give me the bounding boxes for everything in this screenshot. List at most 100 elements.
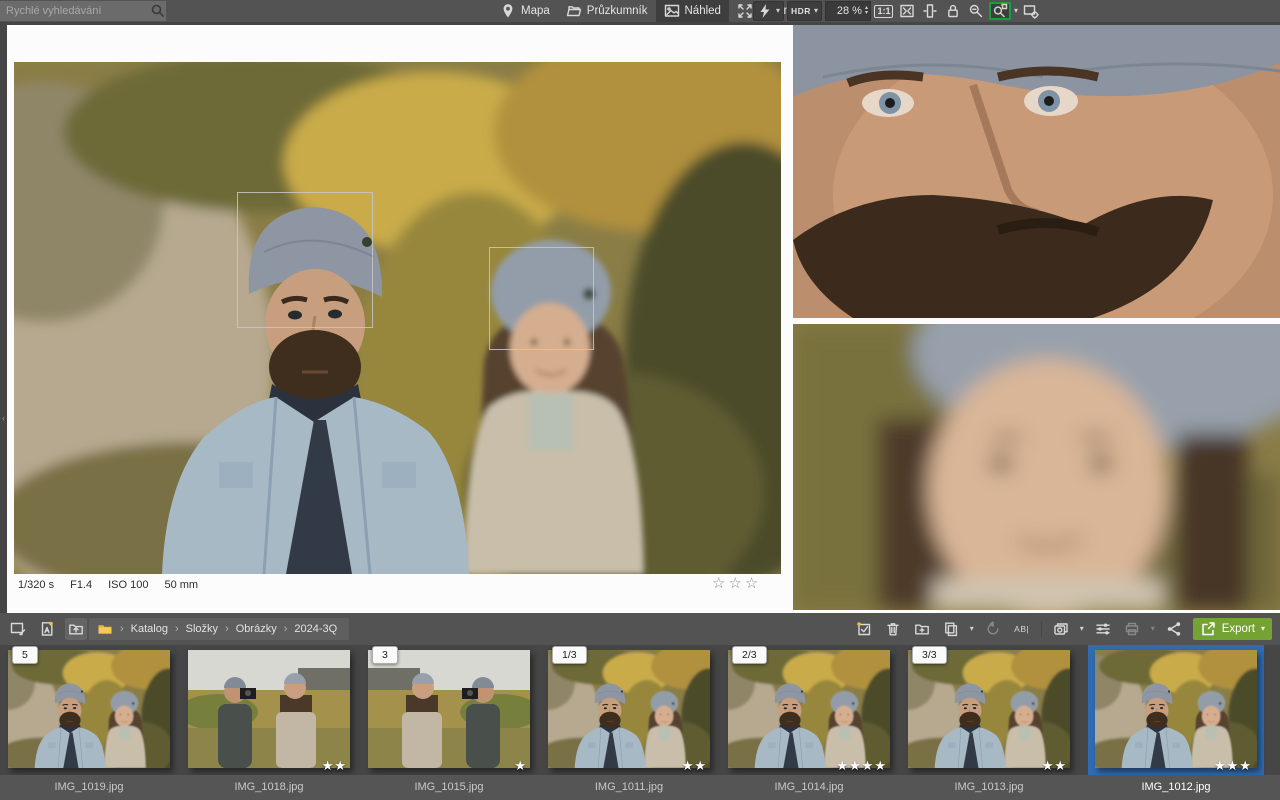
- face-detect-frame-man[interactable]: [237, 192, 373, 328]
- lock-icon: [945, 3, 961, 19]
- thumbnail-image: [368, 650, 530, 768]
- exif-info: 1/320 s F1.4 ISO 100 50 mm: [18, 579, 198, 591]
- collapse-panel-chevron-icon[interactable]: ‹: [0, 413, 7, 423]
- filmstrip-thumbnail[interactable]: 5 IMG_1019.jpg: [8, 645, 170, 800]
- quick-search[interactable]: [0, 1, 166, 21]
- develop-caret-icon[interactable]: ▾: [1080, 625, 1084, 633]
- fit-width-button[interactable]: [920, 1, 940, 21]
- filmstrip-thumbnail[interactable]: 1/3 ★★ IMG_1011.jpg: [548, 645, 710, 800]
- filmstrip-thumbnail[interactable]: ★★ IMG_1018.jpg: [188, 645, 350, 800]
- magnifier-tool-icon: [968, 3, 984, 19]
- thumbnail-rating[interactable]: ★★: [322, 758, 347, 774]
- exif-iso: ISO 100: [108, 579, 148, 591]
- new-folder-button[interactable]: [912, 619, 932, 639]
- thumbnail-image: [8, 650, 170, 768]
- stack-badge: 3/3: [912, 646, 947, 664]
- thumbnail-rating[interactable]: ★: [514, 758, 527, 774]
- fit-width-icon: [922, 3, 938, 19]
- rotate-button[interactable]: [983, 619, 1003, 639]
- thumbnail-photo[interactable]: [8, 650, 170, 768]
- batch-rename-button[interactable]: AB|: [1012, 619, 1032, 639]
- image-settings-icon: [1023, 3, 1039, 19]
- print-caret-icon[interactable]: ▾: [1151, 625, 1155, 633]
- explorer-folder-icon: [566, 3, 582, 19]
- breadcrumb-segment[interactable]: Složky: [186, 623, 218, 635]
- sort-view-icon: [10, 621, 26, 637]
- preview-view-button[interactable]: Náhled: [656, 0, 729, 22]
- lock-zoom-button[interactable]: [943, 1, 963, 21]
- thumbnail-filename: IMG_1015.jpg: [359, 775, 539, 800]
- export-label: Export: [1222, 623, 1255, 635]
- folder-icon: [97, 621, 113, 637]
- thumbnail-image: [908, 650, 1070, 768]
- top-toolbar: Mapa Průzkumník Náhled Plný náhled: [0, 0, 1280, 25]
- zoom-level-value[interactable]: 28 %: [828, 5, 865, 17]
- zoom-level-control[interactable]: 28 % ▴ ▾: [825, 1, 871, 21]
- explorer-view-button[interactable]: Průzkumník: [558, 0, 656, 22]
- spinner-down-icon[interactable]: ▾: [865, 11, 868, 16]
- preview-rating-stars[interactable]: ☆☆☆: [712, 574, 761, 592]
- breadcrumb-separator: ›: [120, 623, 124, 635]
- search-icon[interactable]: [150, 3, 166, 19]
- exif-focal-length: 50 mm: [164, 579, 198, 591]
- map-view-button[interactable]: Mapa: [492, 0, 558, 22]
- breadcrumb[interactable]: ›Katalog›Složky›Obrázky›2024-3Q: [89, 618, 349, 640]
- export-caret-icon[interactable]: ▾: [1261, 625, 1265, 633]
- thumbnail-filename: IMG_1011.jpg: [539, 775, 719, 800]
- breadcrumb-segment[interactable]: Katalog: [131, 623, 168, 635]
- navigator-magnifier-icon: [992, 3, 1008, 19]
- thumbnail-photo[interactable]: [728, 650, 890, 768]
- zoom-tool-button[interactable]: [966, 1, 986, 21]
- filmstrip-thumbnail[interactable]: 2/3 ★★★★ IMG_1014.jpg: [728, 645, 890, 800]
- breadcrumb-segment[interactable]: Obrázky: [236, 623, 277, 635]
- develop-button[interactable]: [1051, 619, 1071, 639]
- hdr-dropdown[interactable]: HDR ▾: [787, 1, 822, 21]
- select-images-button[interactable]: [854, 619, 874, 639]
- thumbnail-photo[interactable]: [188, 650, 350, 768]
- preview-image-icon: [664, 3, 680, 19]
- navigator-caret-icon[interactable]: ▾: [1014, 7, 1018, 15]
- thumbnail-rating[interactable]: ★★: [1042, 758, 1067, 774]
- preview-settings-button[interactable]: [1021, 1, 1041, 21]
- thumbnail-photo[interactable]: [368, 650, 530, 768]
- stack-badge: 2/3: [732, 646, 767, 664]
- delete-button[interactable]: [883, 619, 903, 639]
- main-photo[interactable]: [14, 62, 781, 574]
- copy-icon: [943, 621, 959, 637]
- sort-view-button[interactable]: [8, 619, 28, 639]
- filter-settings-button[interactable]: [1093, 619, 1113, 639]
- filmstrip-thumbnail[interactable]: 3 ★ IMG_1015.jpg: [368, 645, 530, 800]
- export-button[interactable]: Export ▾: [1193, 618, 1272, 640]
- copy-move-button[interactable]: [941, 619, 961, 639]
- face-detect-frame-woman[interactable]: [489, 247, 594, 350]
- lightning-icon: [757, 3, 773, 19]
- navigator-button[interactable]: [989, 2, 1011, 20]
- thumbnail-photo[interactable]: [1095, 650, 1257, 768]
- zoom-spinner[interactable]: ▴ ▾: [865, 6, 868, 16]
- filmstrip-thumbnail[interactable]: ★★★ IMG_1012.jpg: [1088, 645, 1264, 800]
- breadcrumb-separator: ›: [225, 623, 229, 635]
- quick-edits-button[interactable]: ▾: [753, 1, 784, 21]
- toolbar-divider: [1041, 621, 1042, 637]
- folder-up-icon: [68, 621, 84, 637]
- share-button[interactable]: [1164, 619, 1184, 639]
- fit-to-screen-button[interactable]: [897, 1, 917, 21]
- print-button[interactable]: [1122, 619, 1142, 639]
- select-check-icon: [856, 621, 872, 637]
- search-input[interactable]: [4, 4, 150, 18]
- copy-caret-icon[interactable]: ▾: [970, 625, 974, 633]
- thumbnail-photo[interactable]: [548, 650, 710, 768]
- thumbnail-rating[interactable]: ★★★: [1214, 758, 1252, 774]
- quick-filter-button[interactable]: [37, 619, 57, 639]
- export-icon: [1200, 621, 1216, 637]
- zoom-one-to-one-button[interactable]: 1:1: [874, 1, 894, 21]
- breadcrumb-segment[interactable]: 2024-3Q: [294, 623, 337, 635]
- thumbnail-rating[interactable]: ★★★★: [836, 758, 887, 774]
- filmstrip-thumbnail[interactable]: 3/3 ★★ IMG_1013.jpg: [908, 645, 1070, 800]
- detail-crop-woman-face[interactable]: [793, 324, 1280, 610]
- detail-crop-man-face[interactable]: [793, 25, 1280, 318]
- thumbnail-photo[interactable]: [908, 650, 1070, 768]
- folder-up-button[interactable]: [65, 618, 87, 640]
- thumbnail-rating[interactable]: ★★: [682, 758, 707, 774]
- left-panel-edge[interactable]: ‹: [0, 25, 7, 613]
